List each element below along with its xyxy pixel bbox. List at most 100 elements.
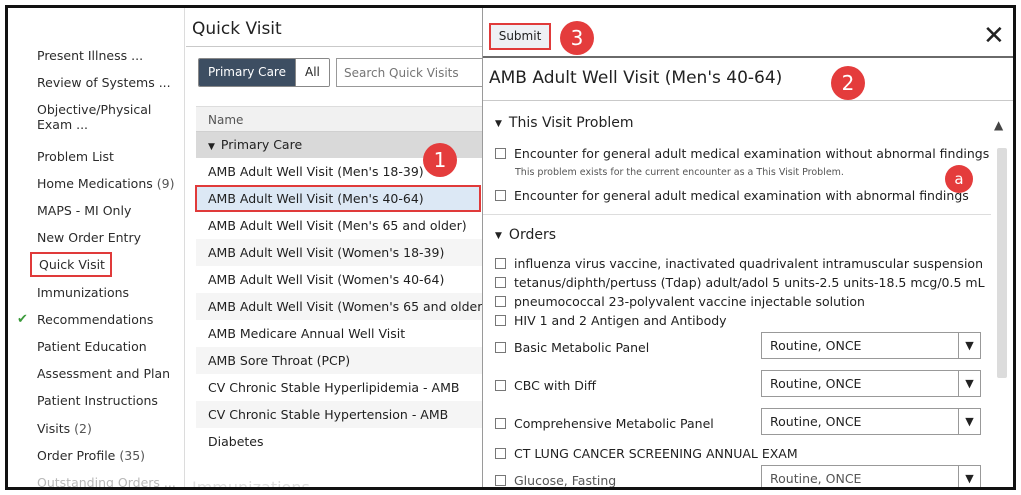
order-label: influenza virus vaccine, inactivated qua… <box>514 256 983 271</box>
filter-primary-care-button[interactable]: Primary Care <box>199 59 295 86</box>
nav-item-home-medications[interactable]: Home Medications (9) <box>37 176 174 191</box>
scroll-up-icon[interactable]: ▲ <box>994 118 1003 132</box>
problem-note: This problem exists for the current enco… <box>515 167 844 178</box>
chevron-down-icon[interactable]: ▼ <box>958 466 980 487</box>
quick-visit-row[interactable]: AMB Adult Well Visit (Women's 65 and old… <box>196 293 487 320</box>
left-navigation: Present Illness ... Review of Systems ..… <box>8 8 186 487</box>
callout-badge-3: 3 <box>560 21 594 55</box>
problem-label: Encounter for general adult medical exam… <box>514 188 969 203</box>
callout-badge-1: 1 <box>423 143 457 177</box>
quick-visit-row[interactable]: AMB Adult Well Visit (Women's 40-64) <box>196 266 482 293</box>
frequency-value: Routine, ONCE <box>770 471 862 486</box>
checkbox[interactable] <box>495 448 506 459</box>
order-row[interactable]: CBC with Diff <box>495 378 596 393</box>
checkbox[interactable] <box>495 380 506 391</box>
order-row[interactable]: CT LUNG CANCER SCREENING ANNUAL EXAM <box>495 446 798 461</box>
divider <box>186 46 482 47</box>
order-row[interactable]: Glucose, Fasting <box>495 473 617 488</box>
checkbox[interactable] <box>495 277 506 288</box>
order-row[interactable]: Comprehensive Metabolic Panel <box>495 416 714 431</box>
frequency-select[interactable]: Routine, ONCE ▼ <box>761 465 981 487</box>
section-heading: Orders <box>508 227 557 243</box>
frequency-select[interactable]: Routine, ONCE ▼ <box>761 408 981 435</box>
checkbox[interactable] <box>495 190 506 201</box>
nav-item-present-illness[interactable]: Present Illness ... <box>37 48 143 63</box>
quick-visit-row[interactable]: AMB Medicare Annual Well Visit <box>196 320 482 347</box>
order-label: tetanus/diphth/pertuss (Tdap) adult/adol… <box>514 275 985 290</box>
quick-visit-row[interactable]: CV Chronic Stable Hyperlipidemia - AMB <box>196 374 482 401</box>
order-row[interactable]: tetanus/diphth/pertuss (Tdap) adult/adol… <box>495 275 985 290</box>
checkbox[interactable] <box>495 342 506 353</box>
detail-panel: Submit ✕ AMB Adult Well Visit (Men's 40-… <box>483 8 1013 487</box>
group-label: Primary Care <box>220 137 303 152</box>
nav-item-recommendations[interactable]: Recommendations <box>37 312 153 327</box>
nav-item-outstanding-orders[interactable]: Outstanding Orders ... <box>37 475 176 487</box>
checkbox[interactable] <box>495 475 506 486</box>
caret-down-icon: ▼ <box>208 142 215 152</box>
close-icon[interactable]: ✕ <box>983 22 1005 50</box>
nav-item-objective-physical-exam[interactable]: Objective/Physical Exam ... <box>37 102 157 132</box>
submit-button[interactable]: Submit <box>489 23 551 50</box>
problem-row[interactable]: Encounter for general adult medical exam… <box>495 146 989 161</box>
chevron-down-icon[interactable]: ▼ <box>958 333 980 358</box>
nav-item-maps-mi-only[interactable]: MAPS - MI Only <box>37 203 131 218</box>
quick-visit-row[interactable]: AMB Adult Well Visit (Men's 65 and older… <box>196 212 482 239</box>
nav-item-patient-instructions[interactable]: Patient Instructions <box>37 393 158 408</box>
order-label: Basic Metabolic Panel <box>514 340 650 355</box>
order-row[interactable]: HIV 1 and 2 Antigen and Antibody <box>495 313 727 328</box>
checkbox[interactable] <box>495 296 506 307</box>
quick-visit-row[interactable]: Diabetes <box>196 428 482 455</box>
caret-down-icon: ▼ <box>495 119 502 129</box>
search-quick-visits-input[interactable] <box>336 58 486 87</box>
callout-badge-a: a <box>945 165 973 193</box>
order-label: pneumococcal 23-polyvalent vaccine injec… <box>514 294 865 309</box>
section-orders[interactable]: ▼ Orders <box>495 227 556 243</box>
detail-title: AMB Adult Well Visit (Men's 40-64) <box>489 68 783 88</box>
quick-visit-panel: Quick Visit Primary Care All Name ▼ Prima… <box>186 8 487 490</box>
quick-visit-row-selected[interactable]: AMB Adult Well Visit (Men's 40-64) <box>195 185 481 212</box>
nav-divider <box>184 8 185 487</box>
frequency-select[interactable]: Routine, ONCE ▼ <box>761 370 981 397</box>
nav-item-label: Order Profile <box>37 448 116 463</box>
order-label: HIV 1 and 2 Antigen and Antibody <box>514 313 727 328</box>
section-this-visit-problem[interactable]: ▼ This Visit Problem <box>495 115 634 131</box>
nav-item-count: (2) <box>74 421 92 436</box>
scrollbar[interactable]: ▲ <box>991 108 1011 487</box>
frequency-value: Routine, ONCE <box>770 338 862 353</box>
callout-badge-2: 2 <box>831 66 865 100</box>
checkbox[interactable] <box>495 418 506 429</box>
nav-item-visits[interactable]: Visits (2) <box>37 421 92 436</box>
chevron-down-icon[interactable]: ▼ <box>958 409 980 434</box>
checkbox[interactable] <box>495 148 506 159</box>
nav-item-patient-education[interactable]: Patient Education <box>37 339 147 354</box>
nav-item-order-profile[interactable]: Order Profile (35) <box>37 448 145 463</box>
problem-label: Encounter for general adult medical exam… <box>514 146 990 161</box>
scroll-thumb[interactable] <box>997 148 1007 378</box>
chevron-down-icon[interactable]: ▼ <box>958 371 980 396</box>
section-title-faded: Immunizations <box>192 478 310 490</box>
problem-row[interactable]: Encounter for general adult medical exam… <box>495 188 969 203</box>
checkbox[interactable] <box>495 258 506 269</box>
check-icon: ✔ <box>17 312 28 327</box>
nav-item-quick-visit[interactable]: Quick Visit <box>30 252 112 277</box>
quick-visit-filter: Primary Care All <box>198 58 330 87</box>
nav-item-new-order-entry[interactable]: New Order Entry <box>37 230 141 245</box>
nav-item-review-of-systems[interactable]: Review of Systems ... <box>37 75 171 90</box>
quick-visit-row[interactable]: AMB Sore Throat (PCP) <box>196 347 482 374</box>
order-label: Glucose, Fasting <box>514 473 617 488</box>
column-header-name[interactable]: Name <box>196 106 482 132</box>
frequency-select[interactable]: Routine, ONCE ▼ <box>761 332 981 359</box>
order-row[interactable]: pneumococcal 23-polyvalent vaccine injec… <box>495 294 865 309</box>
nav-item-immunizations[interactable]: Immunizations <box>37 285 129 300</box>
quick-visit-row[interactable]: AMB Adult Well Visit (Women's 18-39) <box>196 239 482 266</box>
app-window: Present Illness ... Review of Systems ..… <box>5 5 1016 490</box>
order-row[interactable]: influenza virus vaccine, inactivated qua… <box>495 256 983 271</box>
filter-all-button[interactable]: All <box>294 59 329 86</box>
nav-item-assessment-and-plan[interactable]: Assessment and Plan <box>37 366 170 381</box>
nav-item-problem-list[interactable]: Problem List <box>37 149 114 164</box>
checkbox[interactable] <box>495 315 506 326</box>
divider <box>483 214 991 215</box>
quick-visit-row[interactable]: CV Chronic Stable Hypertension - AMB <box>196 401 482 428</box>
order-row[interactable]: Basic Metabolic Panel <box>495 340 649 355</box>
order-label: CT LUNG CANCER SCREENING ANNUAL EXAM <box>514 446 798 461</box>
